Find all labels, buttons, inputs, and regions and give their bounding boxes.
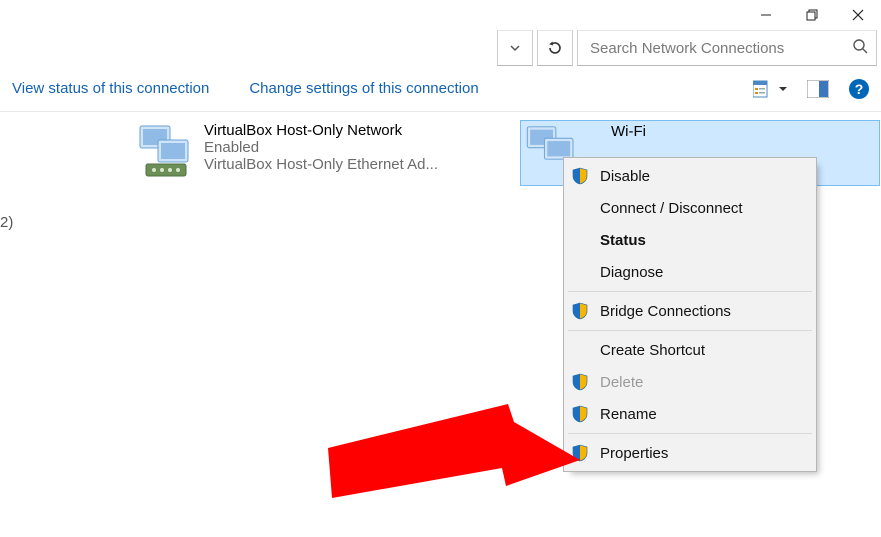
connection-item-virtualbox[interactable]: VirtualBox Host-Only Network Enabled Vir… <box>136 120 506 182</box>
menu-separator <box>568 433 812 434</box>
network-adapter-icon <box>136 120 198 182</box>
menu-label: Rename <box>600 406 657 423</box>
search-box[interactable] <box>577 30 877 66</box>
menu-item-bridge[interactable]: Bridge Connections <box>566 295 814 327</box>
connection-name: Wi-Fi <box>591 123 646 140</box>
window-titlebar <box>0 0 881 30</box>
chevron-down-icon <box>779 85 787 93</box>
menu-item-diagnose[interactable]: Diagnose <box>566 256 814 288</box>
menu-separator <box>568 291 812 292</box>
minimize-button[interactable] <box>743 0 789 30</box>
search-input[interactable] <box>588 39 850 58</box>
menu-label: Delete <box>600 374 643 391</box>
menu-label: Disable <box>600 168 650 185</box>
menu-item-status[interactable]: Status <box>566 224 814 256</box>
connection-status: Enabled <box>204 139 438 156</box>
address-bar <box>0 30 881 66</box>
menu-item-delete: Delete <box>566 366 814 398</box>
refresh-button[interactable] <box>537 30 573 66</box>
menu-item-create-shortcut[interactable]: Create Shortcut <box>566 334 814 366</box>
menu-item-disable[interactable]: Disable <box>566 160 814 192</box>
menu-label: Create Shortcut <box>600 342 705 359</box>
menu-label: Status <box>600 232 646 249</box>
menu-label: Bridge Connections <box>600 303 731 320</box>
context-menu: Disable Connect / Disconnect Status Diag… <box>563 157 817 472</box>
change-settings-link[interactable]: Change settings of this connection <box>249 80 478 97</box>
maximize-button[interactable] <box>789 0 835 30</box>
search-icon[interactable] <box>850 38 870 58</box>
group-count-fragment: 2) <box>0 214 13 231</box>
close-button[interactable] <box>835 0 881 30</box>
address-history-dropdown[interactable] <box>497 30 533 66</box>
menu-label: Connect / Disconnect <box>600 200 743 217</box>
connection-device: VirtualBox Host-Only Ethernet Ad... <box>204 156 438 173</box>
view-status-link[interactable]: View status of this connection <box>12 80 209 97</box>
menu-item-rename[interactable]: Rename <box>566 398 814 430</box>
shield-icon <box>570 443 590 463</box>
menu-item-properties[interactable]: Properties <box>566 437 814 469</box>
preview-pane-button[interactable] <box>807 80 829 98</box>
shield-icon <box>570 372 590 392</box>
shield-icon <box>570 166 590 186</box>
shield-icon <box>570 404 590 424</box>
view-mode-button[interactable] <box>753 80 787 98</box>
command-toolbar: View status of this connection Change se… <box>0 66 881 112</box>
annotation-arrow <box>328 388 588 518</box>
menu-label: Properties <box>600 445 668 462</box>
menu-label: Diagnose <box>600 264 663 281</box>
menu-item-connect-disconnect[interactable]: Connect / Disconnect <box>566 192 814 224</box>
connection-name: VirtualBox Host-Only Network <box>204 122 438 139</box>
menu-separator <box>568 330 812 331</box>
help-button[interactable]: ? <box>849 79 869 99</box>
content-area: 2) VirtualBox Host-Only Network Enabled … <box>0 112 881 537</box>
shield-icon <box>570 301 590 321</box>
